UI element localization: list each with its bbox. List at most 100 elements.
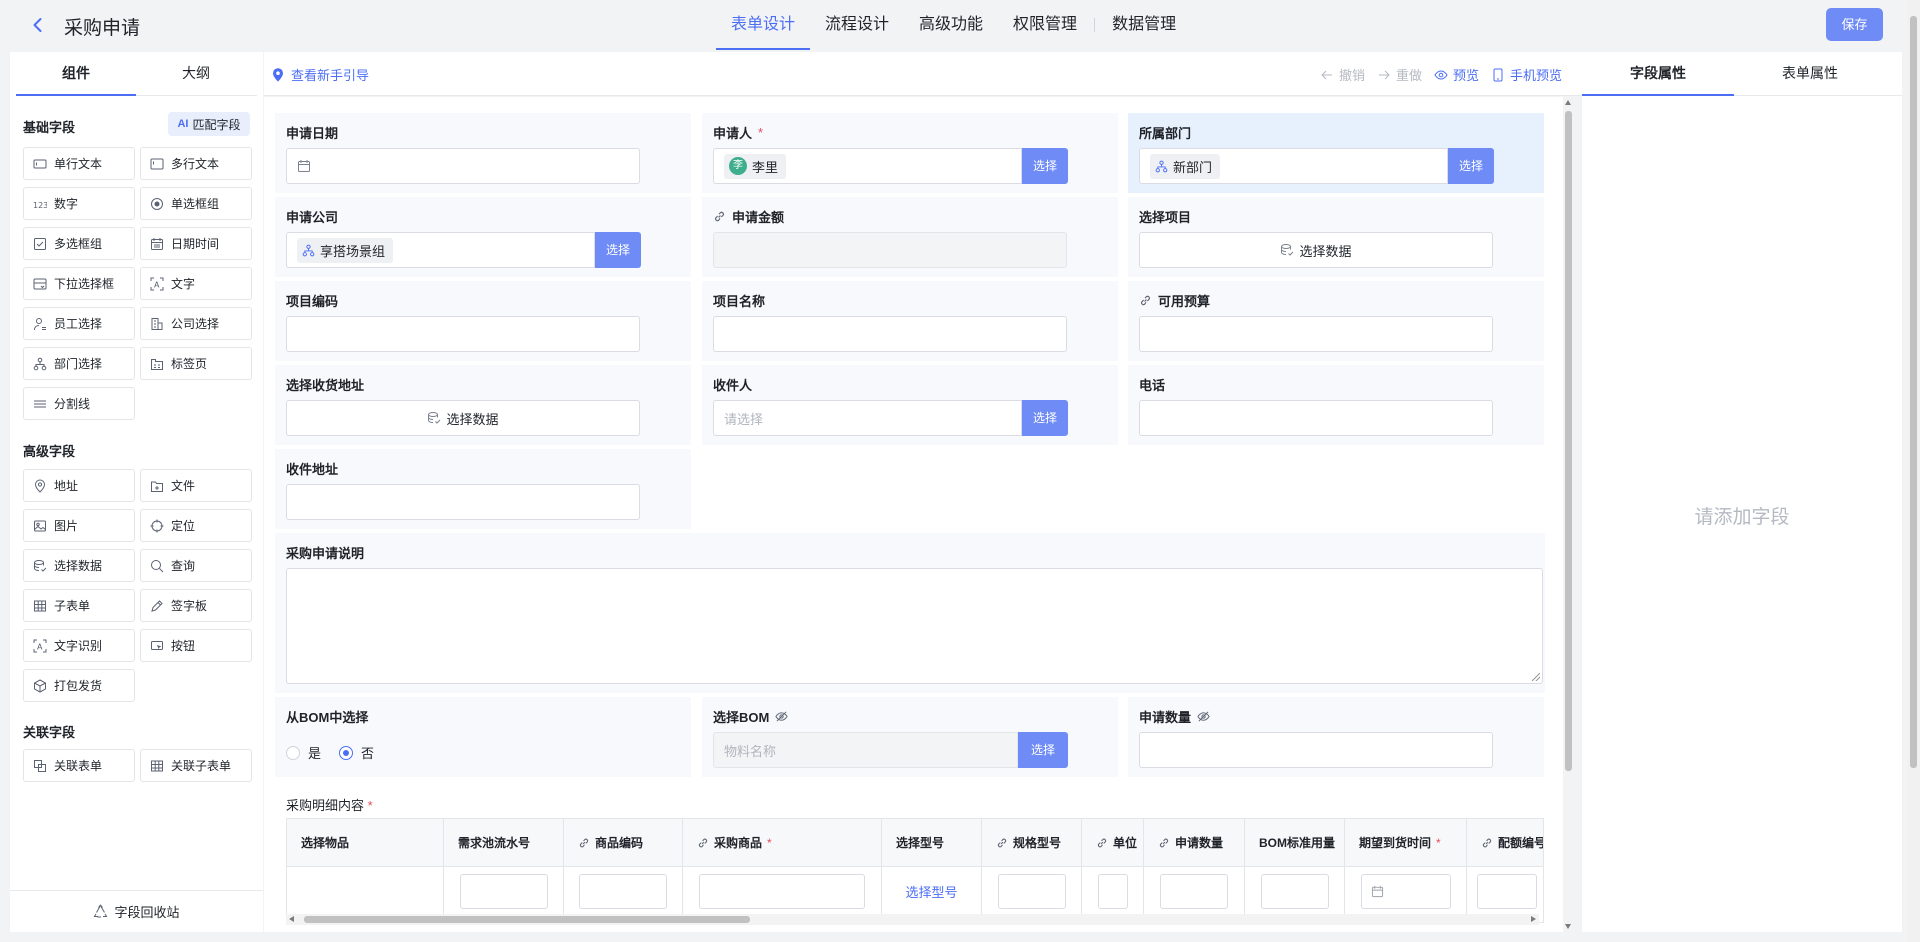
page-vertical-scrollbar[interactable] bbox=[1907, 0, 1920, 942]
receiver-address-input[interactable] bbox=[286, 484, 640, 520]
date-cell-input[interactable] bbox=[1360, 873, 1451, 909]
bom-material-input[interactable]: 物料名称 bbox=[713, 732, 1018, 768]
component-text[interactable]: A 文字 bbox=[140, 267, 252, 300]
save-button[interactable]: 保存 bbox=[1826, 8, 1883, 41]
project-select-data-button[interactable]: 选择数据 bbox=[1139, 232, 1493, 268]
tab-form-properties[interactable]: 表单属性 bbox=[1734, 52, 1886, 95]
field-budget[interactable]: 可用预算 bbox=[1128, 281, 1544, 361]
component-address[interactable]: 地址 bbox=[23, 469, 135, 502]
tab-field-properties[interactable]: 字段属性 bbox=[1582, 52, 1734, 96]
component-multi-line-text[interactable]: 多行文本 bbox=[140, 147, 252, 180]
radio-yes[interactable] bbox=[286, 745, 300, 760]
field-quantity[interactable]: 申请数量 bbox=[1128, 697, 1544, 777]
applicant-input[interactable]: 李李里 bbox=[713, 148, 1022, 184]
table-cell-input[interactable] bbox=[1476, 873, 1537, 909]
field-address-select[interactable]: 选择收货地址 选择数据 bbox=[275, 365, 691, 445]
column-header[interactable]: 选择物品 bbox=[287, 819, 444, 866]
field-receiver-address[interactable]: 收件地址 bbox=[275, 449, 691, 529]
ai-match-fields-button[interactable]: AI 匹配字段 bbox=[168, 112, 250, 136]
mobile-preview-button[interactable]: 手机预览 bbox=[1491, 65, 1562, 84]
project-code-input[interactable] bbox=[286, 316, 640, 352]
column-header[interactable]: 需求池流水号 bbox=[444, 819, 564, 866]
component-related-form[interactable]: 关联表单 bbox=[23, 749, 135, 782]
component-image[interactable]: 图片 bbox=[23, 509, 135, 542]
tab-advanced[interactable]: 高级功能 bbox=[904, 0, 998, 50]
field-recycle-bin-button[interactable]: 字段回收站 bbox=[10, 890, 263, 932]
component-single-line-text[interactable]: 单行文本 bbox=[23, 147, 135, 180]
project-name-input[interactable] bbox=[713, 316, 1067, 352]
company-input[interactable]: 享搭场景组 bbox=[286, 232, 595, 268]
receiver-input[interactable]: 请选择 bbox=[713, 400, 1022, 436]
select-model-link[interactable]: 选择型号 bbox=[905, 882, 957, 901]
component-package-shipping[interactable]: 打包发货 bbox=[23, 669, 135, 702]
tab-form-design[interactable]: 表单设计 bbox=[716, 0, 811, 50]
department-input[interactable]: 新部门 bbox=[1139, 148, 1448, 184]
receiver-select-button[interactable]: 选择 bbox=[1022, 400, 1068, 436]
component-button[interactable]: 按钮 bbox=[140, 629, 252, 662]
radio-no[interactable] bbox=[339, 745, 354, 760]
column-header[interactable]: 期望到货时间 * bbox=[1345, 819, 1467, 866]
component-select-data[interactable]: 选择数据 bbox=[23, 549, 135, 582]
field-company[interactable]: 申请公司 享搭场景组 选择 bbox=[275, 197, 691, 277]
tab-outline[interactable]: 大纲 bbox=[136, 52, 256, 95]
department-select-button[interactable]: 选择 bbox=[1448, 148, 1494, 184]
table-cell-input[interactable] bbox=[699, 873, 865, 909]
description-textarea[interactable] bbox=[286, 568, 1543, 684]
component-company-select[interactable]: 公司选择 bbox=[140, 307, 252, 340]
field-receiver[interactable]: 收件人 请选择 选择 bbox=[702, 365, 1118, 445]
table-cell-input[interactable] bbox=[1260, 873, 1329, 909]
component-divider[interactable]: 分割线 bbox=[23, 387, 135, 420]
redo-button[interactable]: 重做 bbox=[1377, 65, 1422, 84]
field-description[interactable]: 采购申请说明 bbox=[275, 533, 1545, 693]
field-phone[interactable]: 电话 bbox=[1128, 365, 1544, 445]
amount-input[interactable] bbox=[713, 232, 1067, 268]
column-header[interactable]: 选择型号 bbox=[882, 819, 982, 866]
component-location[interactable]: 定位 bbox=[140, 509, 252, 542]
budget-input[interactable] bbox=[1139, 316, 1493, 352]
component-subform[interactable]: 子表单 bbox=[23, 589, 135, 622]
field-from-bom[interactable]: 从BOM中选择 是 否 bbox=[275, 697, 691, 777]
component-related-subform[interactable]: 关联子表单 bbox=[140, 749, 252, 782]
tab-flow-design[interactable]: 流程设计 bbox=[810, 0, 904, 50]
field-amount[interactable]: 申请金额 bbox=[702, 197, 1118, 277]
component-file[interactable]: 文件 bbox=[140, 469, 252, 502]
component-query[interactable]: 查询 bbox=[140, 549, 252, 582]
table-cell-input[interactable] bbox=[997, 873, 1066, 909]
address-select-data-button[interactable]: 选择数据 bbox=[286, 400, 640, 436]
column-header[interactable]: 申请数量 bbox=[1144, 819, 1245, 866]
field-applicant[interactable]: 申请人 * 李李里 选择 bbox=[702, 113, 1118, 193]
column-header[interactable]: 商品编码 bbox=[564, 819, 683, 866]
column-header[interactable]: BOM标准用量 bbox=[1245, 819, 1345, 866]
component-department-select[interactable]: 部门选择 bbox=[23, 347, 135, 380]
component-ocr[interactable]: A 文字识别 bbox=[23, 629, 135, 662]
column-header[interactable]: 采购商品 * bbox=[683, 819, 882, 866]
column-header[interactable]: 单位 bbox=[1082, 819, 1144, 866]
phone-input[interactable] bbox=[1139, 400, 1493, 436]
field-department[interactable]: 所属部门 新部门 选择 bbox=[1128, 113, 1544, 193]
table-cell-input[interactable] bbox=[1097, 873, 1128, 909]
component-radio-group[interactable]: 单选框组 bbox=[140, 187, 252, 220]
tab-components[interactable]: 组件 bbox=[16, 52, 136, 96]
undo-button[interactable]: 撤销 bbox=[1320, 65, 1365, 84]
quantity-input[interactable] bbox=[1139, 732, 1493, 768]
preview-button[interactable]: 预览 bbox=[1434, 65, 1479, 84]
component-datetime[interactable]: 日期时间 bbox=[140, 227, 252, 260]
field-bom-select[interactable]: 选择BOM 物料名称 选择 bbox=[702, 697, 1118, 777]
component-signature[interactable]: 签字板 bbox=[140, 589, 252, 622]
component-checkbox-group[interactable]: 多选框组 bbox=[23, 227, 135, 260]
column-header[interactable]: 规格型号 bbox=[982, 819, 1082, 866]
table-cell-input[interactable] bbox=[1160, 873, 1228, 909]
table-cell[interactable] bbox=[287, 867, 444, 915]
subtable-horizontal-scrollbar[interactable] bbox=[286, 914, 1539, 925]
view-guide-link[interactable]: 查看新手引导 bbox=[272, 65, 369, 84]
component-number[interactable]: 123 数字 bbox=[23, 187, 135, 220]
company-select-button[interactable]: 选择 bbox=[595, 232, 641, 268]
column-header[interactable]: 配额编号 bbox=[1467, 819, 1543, 866]
field-project-select[interactable]: 选择项目 选择数据 bbox=[1128, 197, 1544, 277]
apply-date-input[interactable] bbox=[286, 148, 640, 184]
field-apply-date[interactable]: 申请日期 bbox=[275, 113, 691, 193]
tab-permissions[interactable]: 权限管理 bbox=[998, 0, 1092, 50]
component-tabs[interactable]: 标签页 bbox=[140, 347, 252, 380]
table-cell-input[interactable] bbox=[579, 873, 667, 909]
field-project-name[interactable]: 项目名称 bbox=[702, 281, 1118, 361]
